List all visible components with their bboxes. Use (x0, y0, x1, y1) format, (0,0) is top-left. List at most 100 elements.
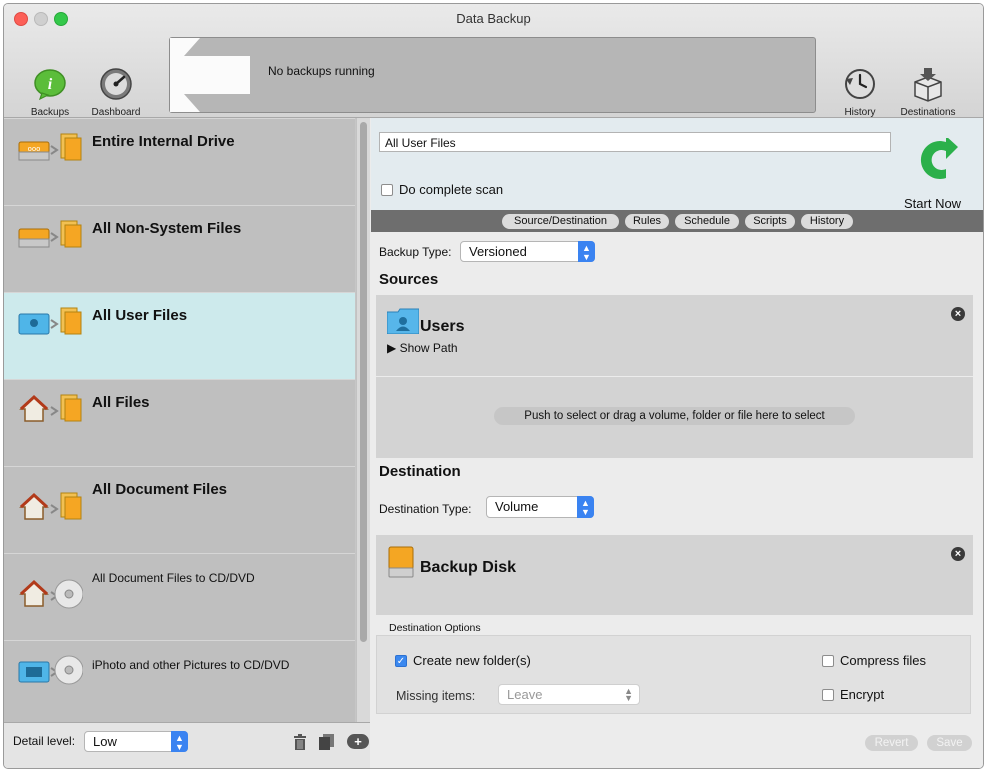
drive-to-files-icon (18, 220, 82, 248)
push-to-select-button[interactable]: Push to select or drag a volume, folder … (494, 407, 855, 425)
revert-button[interactable]: Revert (865, 735, 918, 751)
start-now-label[interactable]: Start Now (904, 196, 961, 211)
source-item[interactable]: Users ▶ Show Path × (376, 295, 973, 376)
tab-source-destination[interactable]: Source/Destination (502, 214, 619, 229)
backups-label: Backups (30, 107, 70, 118)
save-button[interactable]: Save (927, 735, 972, 751)
scrollbar-thumb[interactable] (360, 122, 367, 642)
tab-history[interactable]: History (801, 214, 853, 229)
create-folders-checkbox[interactable]: ✓ Create new folder(s) (395, 653, 531, 668)
checkbox-box (822, 688, 834, 701)
home-to-files-icon (19, 394, 82, 422)
tab-rules[interactable]: Rules (625, 214, 669, 229)
backup-type-value: Versioned (469, 244, 527, 259)
duplicate-icon[interactable] (319, 734, 335, 750)
backup-type-label: Backup Type: (379, 245, 452, 259)
set-name: All Non-System Files (92, 220, 242, 237)
toolbar: Data Backup i Backups Dashboard No backu… (4, 4, 983, 118)
show-path-toggle[interactable]: ▶ Show Path (387, 341, 458, 355)
destination-type-select[interactable]: Volume ▲ ▼ (486, 496, 594, 518)
set-item-all-document-files-to-cd-dvd[interactable]: All Document Files to CD/DVD (4, 553, 355, 641)
set-name: All User Files (92, 307, 188, 324)
set-list-scrollbar[interactable] (356, 118, 370, 722)
checkbox-box (822, 654, 834, 667)
add-set-button[interactable]: + (347, 734, 369, 749)
set-name: All Document Files to CD/DVD (92, 571, 255, 585)
destination-options-label: Destination Options (389, 622, 481, 634)
backup-type-select[interactable]: Versioned ▲ ▼ (460, 241, 595, 262)
complete-scan-checkbox[interactable]: Do complete scan (381, 182, 503, 197)
set-item-all-user-files[interactable]: All User Files (4, 292, 355, 380)
set-item-all-non-system-files[interactable]: All Non-System Files (4, 205, 355, 293)
destination-name: Backup Disk (420, 559, 517, 576)
compress-files-label: Compress files (840, 653, 926, 668)
detail-level-select[interactable]: Low ▲ ▼ (84, 731, 188, 752)
clock-history-icon (845, 69, 875, 99)
backups-button[interactable]: i Backups (20, 66, 80, 118)
chevron-updown-icon: ▲ ▼ (171, 731, 188, 752)
remove-destination-icon[interactable]: × (951, 547, 965, 561)
set-name: iPhoto and other Pictures to CD/DVD (92, 658, 290, 672)
missing-items-label: Missing items: (396, 689, 476, 703)
set-item-all-document-files[interactable]: All Document Files (4, 466, 355, 554)
history-button[interactable]: History (840, 66, 880, 118)
detail-level-label: Detail level: (13, 734, 76, 748)
history-label: History (844, 107, 876, 118)
info-bubble-icon: i (34, 69, 66, 101)
window-title: Data Backup (456, 11, 531, 26)
remove-source-icon[interactable]: × (951, 307, 965, 321)
photo-folder-to-disc-icon (18, 655, 83, 685)
source-name: Users (420, 318, 465, 335)
destinations-label: Destinations (900, 107, 956, 118)
check-icon: ✓ (395, 654, 407, 667)
backup-set-list: ooo Entire Internal Drive All Non-System… (4, 118, 370, 722)
encrypt-checkbox[interactable]: Encrypt (822, 687, 884, 702)
encrypt-label: Encrypt (840, 687, 885, 702)
destination-type-label: Destination Type: (379, 502, 472, 516)
set-item-entire-internal-drive[interactable]: ooo Entire Internal Drive (4, 118, 355, 206)
box-arrow-icon (914, 68, 942, 102)
source-drop-zone[interactable]: Push to select or drag a volume, folder … (376, 377, 973, 458)
missing-items-select[interactable]: Leave ▲ ▼ (498, 684, 640, 705)
destination-item[interactable]: Backup Disk × (376, 535, 973, 615)
users-folder-to-files-icon (18, 307, 82, 335)
svg-text:i: i (48, 76, 53, 93)
status-panel: No backups running (169, 37, 816, 113)
tab-scripts[interactable]: Scripts (745, 214, 795, 229)
set-editor: All User Files Do complete scan Start No… (371, 118, 983, 768)
tab-schedule[interactable]: Schedule (675, 214, 739, 229)
svg-text:ooo: ooo (28, 145, 41, 153)
chevron-updown-icon: ▲ ▼ (578, 241, 595, 262)
set-name-field[interactable]: All User Files (379, 132, 891, 152)
detail-level-value: Low (93, 734, 117, 749)
chevron-updown-icon: ▲ ▼ (624, 686, 633, 703)
create-folders-label: Create new folder(s) (413, 653, 531, 668)
trash-icon[interactable] (293, 734, 307, 750)
destination-type-value: Volume (495, 499, 539, 514)
users-folder-icon (387, 308, 419, 334)
bottom-bar: Detail level: Low ▲ ▼ + (4, 722, 370, 768)
disk-icon (388, 546, 414, 578)
set-name: Entire Internal Drive (92, 133, 235, 150)
drive-to-files-icon: ooo (18, 133, 82, 161)
sources-header: Sources (379, 271, 439, 288)
destination-options-group: ✓ Create new folder(s) Compress files Mi… (376, 635, 971, 714)
chevron-updown-icon: ▲ ▼ (577, 496, 594, 518)
dashboard-label: Dashboard (91, 107, 141, 118)
complete-scan-label: Do complete scan (399, 182, 504, 197)
start-now-arrow-icon[interactable] (916, 138, 960, 182)
compress-files-checkbox[interactable]: Compress files (822, 653, 926, 668)
set-item-all-files[interactable]: All Files (4, 379, 355, 467)
checkbox-box (381, 183, 393, 196)
back-arrow-icon (170, 38, 250, 112)
destinations-button[interactable]: Destinations (896, 66, 960, 118)
editor-tabs: Source/Destination Rules Schedule Script… (371, 210, 983, 232)
set-name: All Files (92, 394, 150, 411)
set-item-iphoto-pictures-to-cd-dvd[interactable]: iPhoto and other Pictures to CD/DVD (4, 640, 355, 722)
main-window: Data Backup i Backups Dashboard No backu… (3, 3, 984, 769)
gauge-icon (100, 68, 132, 100)
set-name: All Document Files (92, 481, 228, 498)
dashboard-button[interactable]: Dashboard (86, 66, 146, 118)
status-text: No backups running (268, 64, 375, 78)
editor-header: All User Files Do complete scan Start No… (371, 118, 983, 211)
